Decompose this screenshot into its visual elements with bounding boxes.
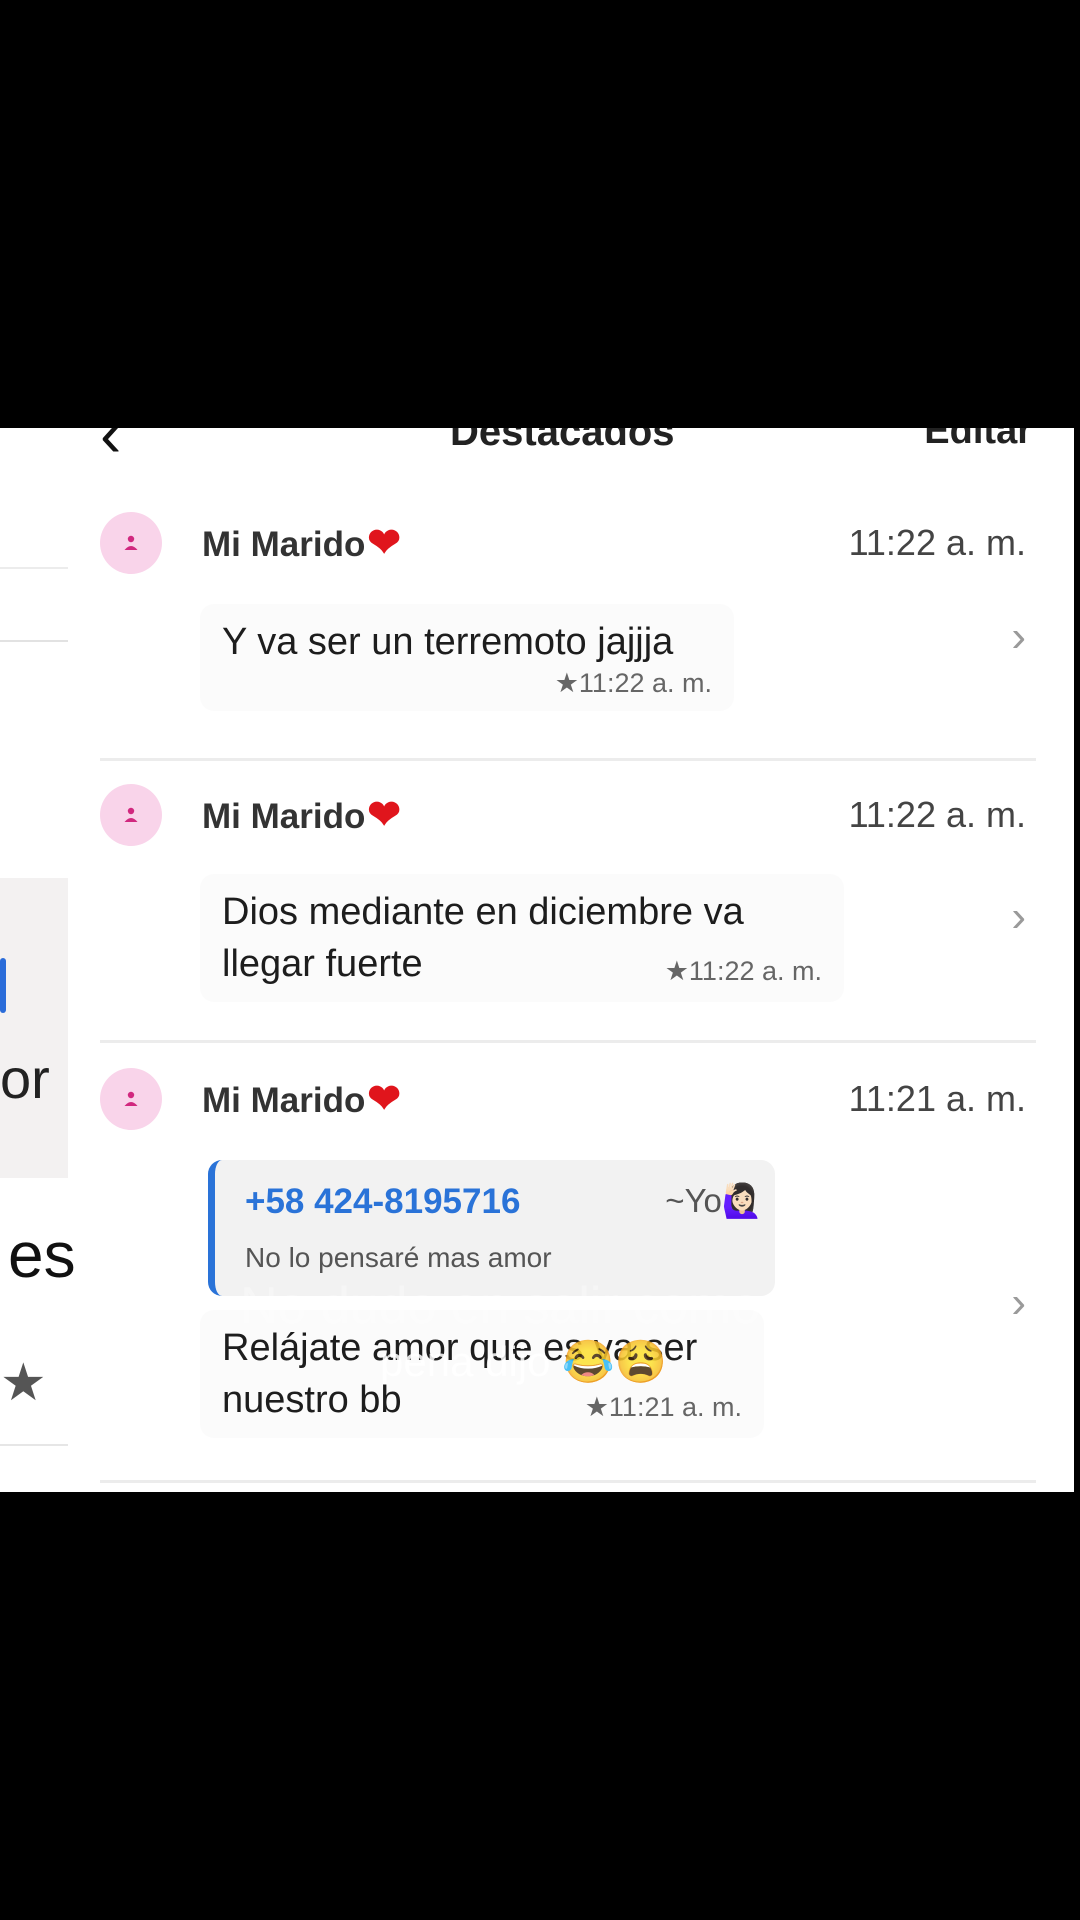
- sender-name: Mi Marido❤: [202, 1077, 401, 1121]
- heart-icon: ❤: [367, 1077, 401, 1121]
- message-text: Y va ser un terremoto jajjja: [222, 621, 674, 663]
- chevron-right-icon: ›: [1011, 1278, 1026, 1327]
- background-text: or: [0, 1047, 50, 1110]
- background-accent: [0, 958, 6, 1013]
- message-time: 11:22 a. m.: [848, 522, 1026, 563]
- chevron-left-icon[interactable]: ‹: [100, 428, 121, 466]
- message-bubble: Dios mediante en diciembre va llegar fue…: [200, 874, 844, 1002]
- quote-author: ~Yo🙋🏻‍♀️: [665, 1182, 763, 1219]
- video-caption: No dudo en salir como: [240, 1277, 761, 1335]
- avatar: [100, 512, 162, 574]
- message-time: 11:22 a. m.: [848, 794, 1026, 835]
- star-icon: ★: [0, 1354, 47, 1412]
- edit-button[interactable]: Editar: [924, 428, 1032, 453]
- background-text: es: [8, 1219, 76, 1291]
- person-icon: [124, 535, 138, 550]
- divider: [100, 1040, 1036, 1043]
- background-screen-strip: or es ★: [0, 428, 76, 1492]
- sender-name: Mi Marido❤: [202, 793, 401, 837]
- divider: [0, 640, 68, 642]
- nav-bar: ‹ Destacados Editar: [70, 428, 1074, 468]
- page-title: Destacados: [450, 428, 675, 454]
- person-icon: [124, 1091, 138, 1106]
- message-stamp: ★11:21 a. m.: [584, 1392, 742, 1422]
- message-stamp: ★11:22 a. m.: [664, 956, 822, 986]
- message-text: llegar fuerte: [222, 943, 423, 985]
- person-icon: [124, 807, 138, 822]
- heart-icon: ❤: [367, 793, 401, 837]
- divider: [0, 567, 68, 569]
- message-stamp: ★11:22 a. m.: [554, 668, 712, 698]
- starred-item[interactable]: Mi Marido❤ 11:22 a. m. Dios mediante en …: [100, 784, 1038, 1014]
- divider: [0, 1444, 68, 1446]
- quote-text: No lo pensaré mas amor: [245, 1242, 552, 1273]
- background-panel: [0, 878, 68, 1178]
- video-caption: pena dijo 😂😩: [380, 1338, 667, 1385]
- starred-item[interactable]: Mi Marido❤ 11:22 a. m. Y va ser un terre…: [100, 512, 1038, 711]
- quote-phone: +58 424-8195716: [245, 1182, 521, 1221]
- sender-name: Mi Marido❤: [202, 521, 401, 565]
- divider: [100, 1480, 1036, 1483]
- chevron-right-icon: ›: [1011, 892, 1026, 941]
- avatar: [100, 1068, 162, 1130]
- message-bubble: Y va ser un terremoto jajjja ★11:22 a. m…: [200, 604, 734, 711]
- message-text: Dios mediante en diciembre va: [222, 891, 744, 933]
- message-text: nuestro bb: [222, 1379, 402, 1421]
- message-time: 11:21 a. m.: [848, 1078, 1026, 1119]
- divider: [100, 758, 1036, 761]
- starred-item[interactable]: Mi Marido❤ 11:21 a. m. +58 424-8195716 ~…: [100, 1068, 1038, 1468]
- heart-icon: ❤: [367, 521, 401, 565]
- avatar: [100, 784, 162, 846]
- chevron-right-icon: ›: [1011, 612, 1026, 661]
